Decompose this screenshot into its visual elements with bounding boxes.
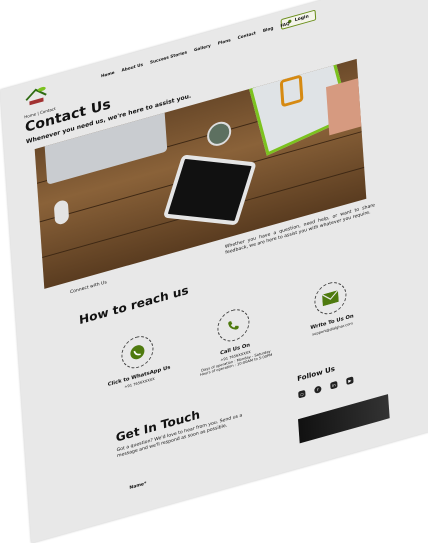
follow-heading: Follow Us	[297, 364, 336, 384]
mouse-image	[53, 198, 70, 226]
instagram-icon[interactable]: ○	[298, 389, 306, 399]
nav-contact[interactable]: Contact	[237, 30, 256, 40]
phone-icon[interactable]	[216, 305, 251, 346]
login-button[interactable]: ● Login	[280, 9, 317, 30]
name-field-label: Name*	[129, 481, 147, 491]
mail-block[interactable]: Write To Us On support@dialghar.com	[269, 266, 392, 347]
youtube-icon[interactable]: ▶	[346, 376, 354, 386]
nav-success-stories[interactable]: Success Stories	[150, 49, 187, 64]
map-panel	[298, 394, 390, 444]
site-logo[interactable]	[22, 82, 49, 110]
linkedin-icon[interactable]: in	[330, 380, 338, 390]
contact-page: Home About Us Success Stories Gallery Pl…	[0, 0, 428, 543]
reach-heading: How to reach us	[78, 283, 189, 328]
tablet-image	[162, 154, 257, 226]
mail-address[interactable]: support@dialghar.com	[272, 310, 392, 347]
plant-image	[206, 118, 232, 149]
nav-plans[interactable]: Plans	[218, 37, 231, 45]
main-nav: Home About Us Success Stories Gallery Pl…	[101, 21, 290, 79]
whatsapp-icon[interactable]	[120, 332, 155, 373]
nav-gallery[interactable]: Gallery	[194, 43, 211, 53]
nav-blog[interactable]: Blog	[263, 25, 274, 33]
nav-home[interactable]: Home	[101, 70, 115, 79]
mail-icon[interactable]	[313, 278, 348, 319]
connect-label: Connect with Us	[69, 280, 107, 296]
notepad-image	[326, 75, 367, 136]
facebook-icon[interactable]: f	[314, 385, 322, 394]
nav-about[interactable]: About Us	[121, 62, 143, 73]
login-label: Login	[294, 14, 309, 24]
hero-image	[34, 58, 367, 289]
